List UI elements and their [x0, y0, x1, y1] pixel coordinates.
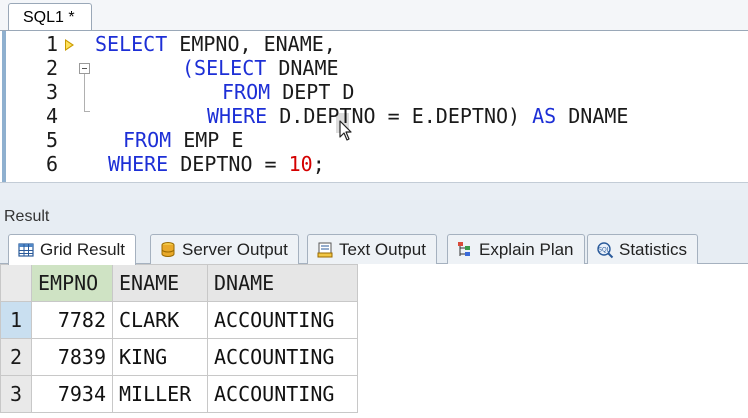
row-number[interactable]: 1 [0, 301, 32, 339]
code-text: EMPNO, ENAME, [167, 32, 336, 56]
row-number[interactable]: 2 [0, 338, 32, 376]
text-output-icon [317, 242, 333, 257]
code-text: D.DEPTNO = E.DEPTNO) [267, 104, 533, 128]
svg-text:SQL: SQL [598, 247, 611, 253]
tab-label: Explain Plan [479, 239, 574, 259]
keyword: WHERE [108, 152, 169, 176]
result-panel-title: Result [4, 208, 50, 225]
keyword: WHERE [207, 104, 268, 128]
keyword: SELECT [95, 32, 168, 56]
explain-plan-icon [458, 241, 470, 256]
editor-gutter-accent [2, 31, 6, 182]
tab-statistics[interactable]: SQL Statistics [587, 234, 699, 264]
code-line-1[interactable]: SELECT EMPNO, ENAME, [95, 32, 336, 56]
code-text: DEPTNO = [168, 152, 289, 176]
grid-corner-cell[interactable] [0, 264, 32, 302]
grid-header-row: EMPNO ENAME DNAME [0, 264, 358, 302]
fold-collapse-icon[interactable] [79, 63, 90, 74]
code-text: DNAME [556, 104, 629, 128]
editor-result-splitter[interactable] [0, 182, 748, 200]
cell-ename[interactable]: MILLER [112, 375, 208, 413]
current-statement-arrow-icon [65, 39, 74, 51]
keyword: AS [532, 104, 557, 128]
result-grid[interactable]: EMPNO ENAME DNAME 1 7782 CLARK ACCOUNTIN… [0, 264, 358, 413]
code-line-2[interactable]: (SELECT DNAME [182, 56, 339, 80]
tab-label: Grid Result [40, 240, 126, 259]
code-text: EMP E [171, 128, 244, 152]
tab-text-output[interactable]: Text Output [307, 234, 437, 264]
line-number: 3 [45, 80, 58, 104]
row-number[interactable]: 3 [0, 375, 32, 413]
mouse-pointer-icon [339, 120, 352, 141]
tab-grid-result[interactable]: Grid Result [8, 234, 137, 265]
fold-guide-line [84, 74, 85, 111]
fold-guide-end [84, 111, 90, 112]
sql-editor[interactable]: 1 2 3 4 5 6 SELECT EMPNO, ENAME, (SELECT… [0, 31, 748, 182]
cell-dname[interactable]: ACCOUNTING [207, 375, 358, 413]
tab-server-output[interactable]: Server Output [150, 234, 299, 264]
tab-label: Text Output [339, 239, 426, 259]
result-panel: Result Grid Result Server Output Text Ou… [0, 200, 748, 418]
keyword: (SELECT [182, 56, 267, 80]
table-row[interactable]: 2 7839 KING ACCOUNTING [0, 338, 358, 376]
line-number: 6 [45, 152, 58, 176]
cell-dname[interactable]: ACCOUNTING [207, 338, 358, 376]
number-literal: 10 [288, 152, 313, 176]
cell-empno[interactable]: 7934 [31, 375, 113, 413]
database-icon [161, 241, 175, 257]
tab-label: Statistics [619, 239, 688, 259]
code-line-6[interactable]: WHERE DEPTNO = 10; [108, 152, 325, 176]
sql-editor-tab[interactable]: SQL1 * [8, 3, 92, 31]
cell-empno[interactable]: 7782 [31, 301, 113, 339]
editor-tab-strip: SQL1 * [0, 0, 748, 31]
column-header-ename[interactable]: ENAME [112, 264, 208, 302]
line-number: 5 [45, 128, 58, 152]
keyword: FROM [222, 80, 271, 104]
grid-result-area: EMPNO ENAME DNAME 1 7782 CLARK ACCOUNTIN… [0, 264, 748, 418]
sql-statistics-icon: SQL [597, 241, 614, 258]
code-line-5[interactable]: FROM EMP E [123, 128, 243, 152]
cell-empno[interactable]: 7839 [31, 338, 113, 376]
line-number: 4 [45, 104, 58, 128]
keyword: FROM [123, 128, 172, 152]
grid-icon [18, 243, 34, 257]
tab-label: Server Output [182, 239, 288, 259]
cell-dname[interactable]: ACCOUNTING [207, 301, 358, 339]
code-line-4[interactable]: WHERE D.DEPTNO = E.DEPTNO) AS DNAME [207, 104, 628, 128]
cell-ename[interactable]: KING [112, 338, 208, 376]
cell-ename[interactable]: CLARK [112, 301, 208, 339]
tab-explain-plan[interactable]: Explain Plan [447, 234, 585, 264]
code-line-3[interactable]: FROM DEPT D [222, 80, 354, 104]
result-tab-bar: Grid Result Server Output Text Output Ex… [0, 232, 748, 265]
column-header-dname[interactable]: DNAME [207, 264, 358, 302]
table-row[interactable]: 1 7782 CLARK ACCOUNTING [0, 301, 358, 339]
line-number: 1 [45, 32, 58, 56]
code-text: ; [312, 152, 325, 176]
table-row[interactable]: 3 7934 MILLER ACCOUNTING [0, 375, 358, 413]
code-text: DEPT D [270, 80, 355, 104]
code-text: DNAME [266, 56, 339, 80]
column-header-empno[interactable]: EMPNO [31, 264, 113, 302]
line-number: 2 [45, 56, 58, 80]
